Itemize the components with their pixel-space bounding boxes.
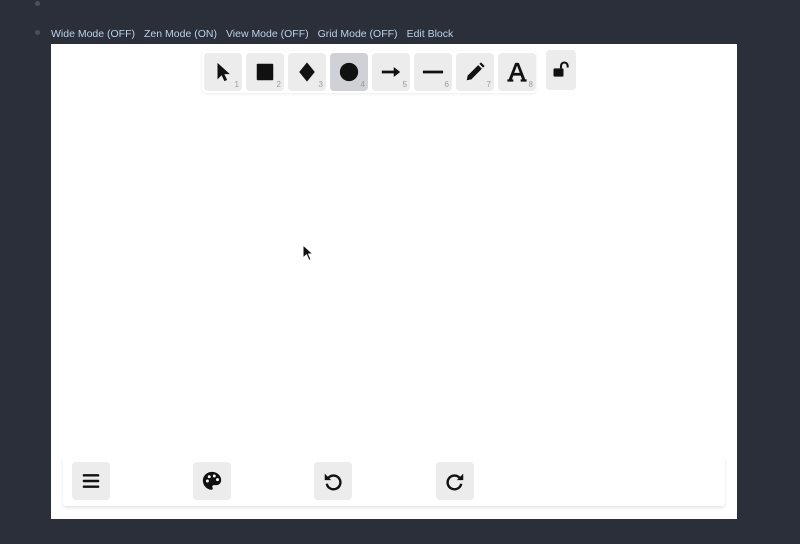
bottom-toolbar — [63, 456, 725, 506]
tool-arrow[interactable]: 5 — [372, 53, 410, 91]
grid-mode-toggle[interactable]: Grid Mode (OFF) — [318, 27, 398, 41]
hamburger-menu-icon — [82, 474, 100, 488]
circle-icon — [339, 62, 359, 82]
lock-toggle-button[interactable] — [546, 50, 576, 90]
tool-rectangle[interactable]: 2 — [246, 53, 284, 91]
bullet-dot — [35, 30, 40, 35]
tool-ellipse[interactable]: 4 — [330, 53, 368, 91]
shortcut-number: 3 — [318, 80, 323, 89]
tool-draw[interactable]: 7 — [456, 53, 494, 91]
bullet-dot — [35, 1, 40, 6]
undo-button[interactable] — [314, 462, 352, 500]
shortcut-number: 1 — [234, 80, 239, 89]
edit-block-link[interactable]: Edit Block — [407, 27, 454, 41]
shortcut-number: 6 — [444, 80, 449, 89]
wide-mode-toggle[interactable]: Wide Mode (OFF) — [51, 27, 135, 41]
menu-button[interactable] — [72, 462, 110, 500]
app-window: Wide Mode (OFF) Zen Mode (ON) View Mode … — [0, 0, 800, 544]
tool-diamond[interactable]: 3 — [288, 53, 326, 91]
mode-bar: Wide Mode (OFF) Zen Mode (ON) View Mode … — [51, 27, 453, 41]
view-mode-toggle[interactable]: View Mode (OFF) — [226, 27, 309, 41]
shortcut-number: 7 — [486, 80, 491, 89]
pointer-icon — [217, 62, 230, 82]
shortcut-number: 2 — [276, 80, 281, 89]
text-icon — [507, 62, 527, 82]
line-icon — [422, 70, 444, 74]
unlock-icon — [553, 61, 569, 77]
drawing-canvas[interactable]: 1 2 3 4 5 6 7 8 — [51, 44, 737, 519]
tool-selection[interactable]: 1 — [204, 53, 242, 91]
shortcut-number: 4 — [360, 80, 365, 89]
shortcut-number: 8 — [528, 80, 533, 89]
tool-line[interactable]: 6 — [414, 53, 452, 91]
undo-icon — [324, 473, 342, 491]
square-icon — [256, 63, 274, 81]
color-palette-button[interactable] — [193, 462, 231, 500]
redo-button[interactable] — [436, 462, 474, 500]
arrow-right-icon — [381, 66, 401, 78]
tool-text[interactable]: 8 — [498, 53, 536, 91]
redo-icon — [446, 473, 464, 491]
zen-mode-toggle[interactable]: Zen Mode (ON) — [144, 27, 217, 41]
pencil-icon — [466, 62, 485, 81]
mouse-cursor-icon — [302, 244, 314, 262]
diamond-icon — [299, 62, 315, 82]
shape-toolbar: 1 2 3 4 5 6 7 8 — [202, 51, 536, 93]
shortcut-number: 5 — [402, 80, 407, 89]
palette-icon — [202, 471, 222, 490]
